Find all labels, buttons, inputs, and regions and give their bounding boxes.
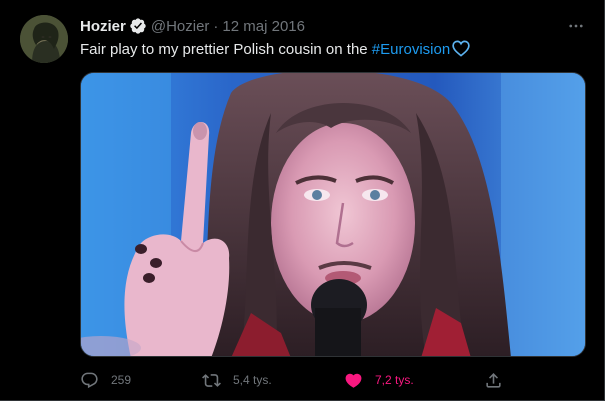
retweet-count: 5,4 tys. [233,373,272,387]
hashtag-link[interactable]: #Eurovision [372,41,450,58]
retweet-icon [202,373,221,387]
author-handle[interactable]: @Hozier [151,18,210,35]
tweet-header: Hozier @Hozier · 12 maj 2016 [80,16,305,36]
retweet-button[interactable]: 5,4 tys. [202,368,272,392]
like-count: 7,2 tys. [375,373,414,387]
avatar[interactable] [20,15,68,63]
tweet-date[interactable]: 12 maj 2016 [222,18,305,35]
reply-button[interactable]: 259 [80,368,131,392]
tweet-photo[interactable] [80,72,586,357]
tweet-card[interactable]: Hozier @Hozier · 12 maj 2016 Fair play t… [0,0,605,401]
reply-icon [81,372,98,388]
tweet-text: Fair play to my prettier Polish cousin o… [80,40,470,63]
like-button[interactable]: 7,2 tys. [344,368,414,392]
share-icon [486,372,501,388]
share-button[interactable] [484,368,515,392]
heart-filled-icon [345,373,362,388]
more-icon[interactable] [566,16,586,36]
separator-dot: · [213,17,219,35]
reply-count: 259 [111,373,132,387]
blue-heart-icon [452,40,470,63]
author-name[interactable]: Hozier [80,18,126,35]
tweet-actions: 259 5,4 tys. 7,2 tys. [80,368,510,392]
tweet-text-body: Fair play to my prettier Polish cousin o… [80,41,372,58]
verified-badge-icon [129,17,147,35]
